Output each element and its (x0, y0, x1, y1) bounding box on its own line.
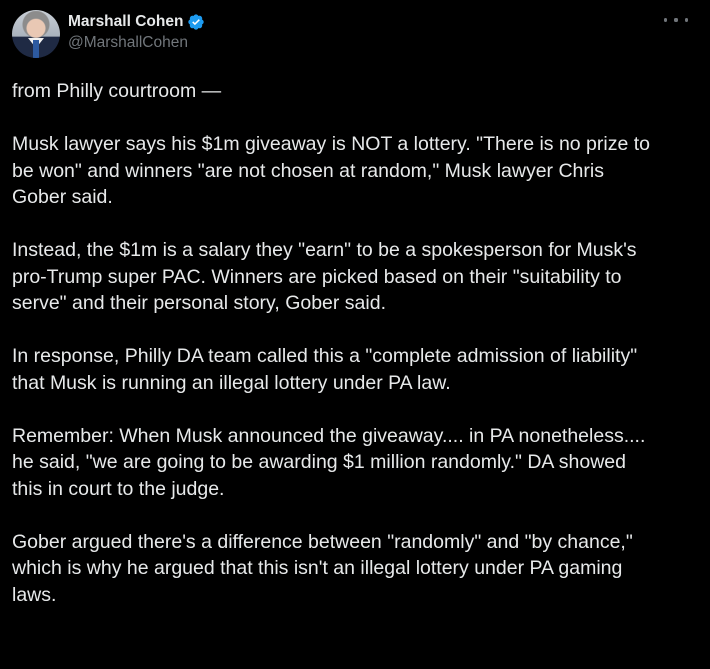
tweet-text: from Philly courtroom — Musk lawyer says… (12, 78, 692, 608)
tweet-paragraph: Gober argued there's a difference betwee… (12, 530, 633, 606)
author-info: Marshall Cohen @MarshallCohen (68, 10, 205, 52)
tweet-paragraph: from Philly courtroom — (12, 80, 222, 102)
tweet-card[interactable]: Marshall Cohen @MarshallCohen from Phill… (0, 0, 710, 669)
verified-badge-icon (188, 14, 205, 30)
tweet-header: Marshall Cohen @MarshallCohen (12, 10, 698, 66)
tweet-paragraph: Musk lawyer says his $1m giveaway is NOT… (12, 133, 651, 208)
more-options-icon[interactable] (664, 12, 688, 28)
more-dot (684, 18, 688, 22)
avatar[interactable] (12, 10, 60, 58)
name-row: Marshall Cohen (68, 12, 205, 32)
tweet-paragraph: Instead, the $1m is a salary they "earn"… (12, 239, 637, 314)
more-dot (674, 18, 678, 22)
tweet-paragraph: In response, Philly DA team called this … (12, 345, 638, 394)
avatar-tie (33, 40, 39, 58)
more-dot (664, 18, 668, 22)
display-name[interactable]: Marshall Cohen (68, 13, 183, 31)
handle[interactable]: @MarshallCohen (68, 34, 205, 52)
tweet-paragraph: Remember: When Musk announced the giveaw… (12, 424, 646, 500)
